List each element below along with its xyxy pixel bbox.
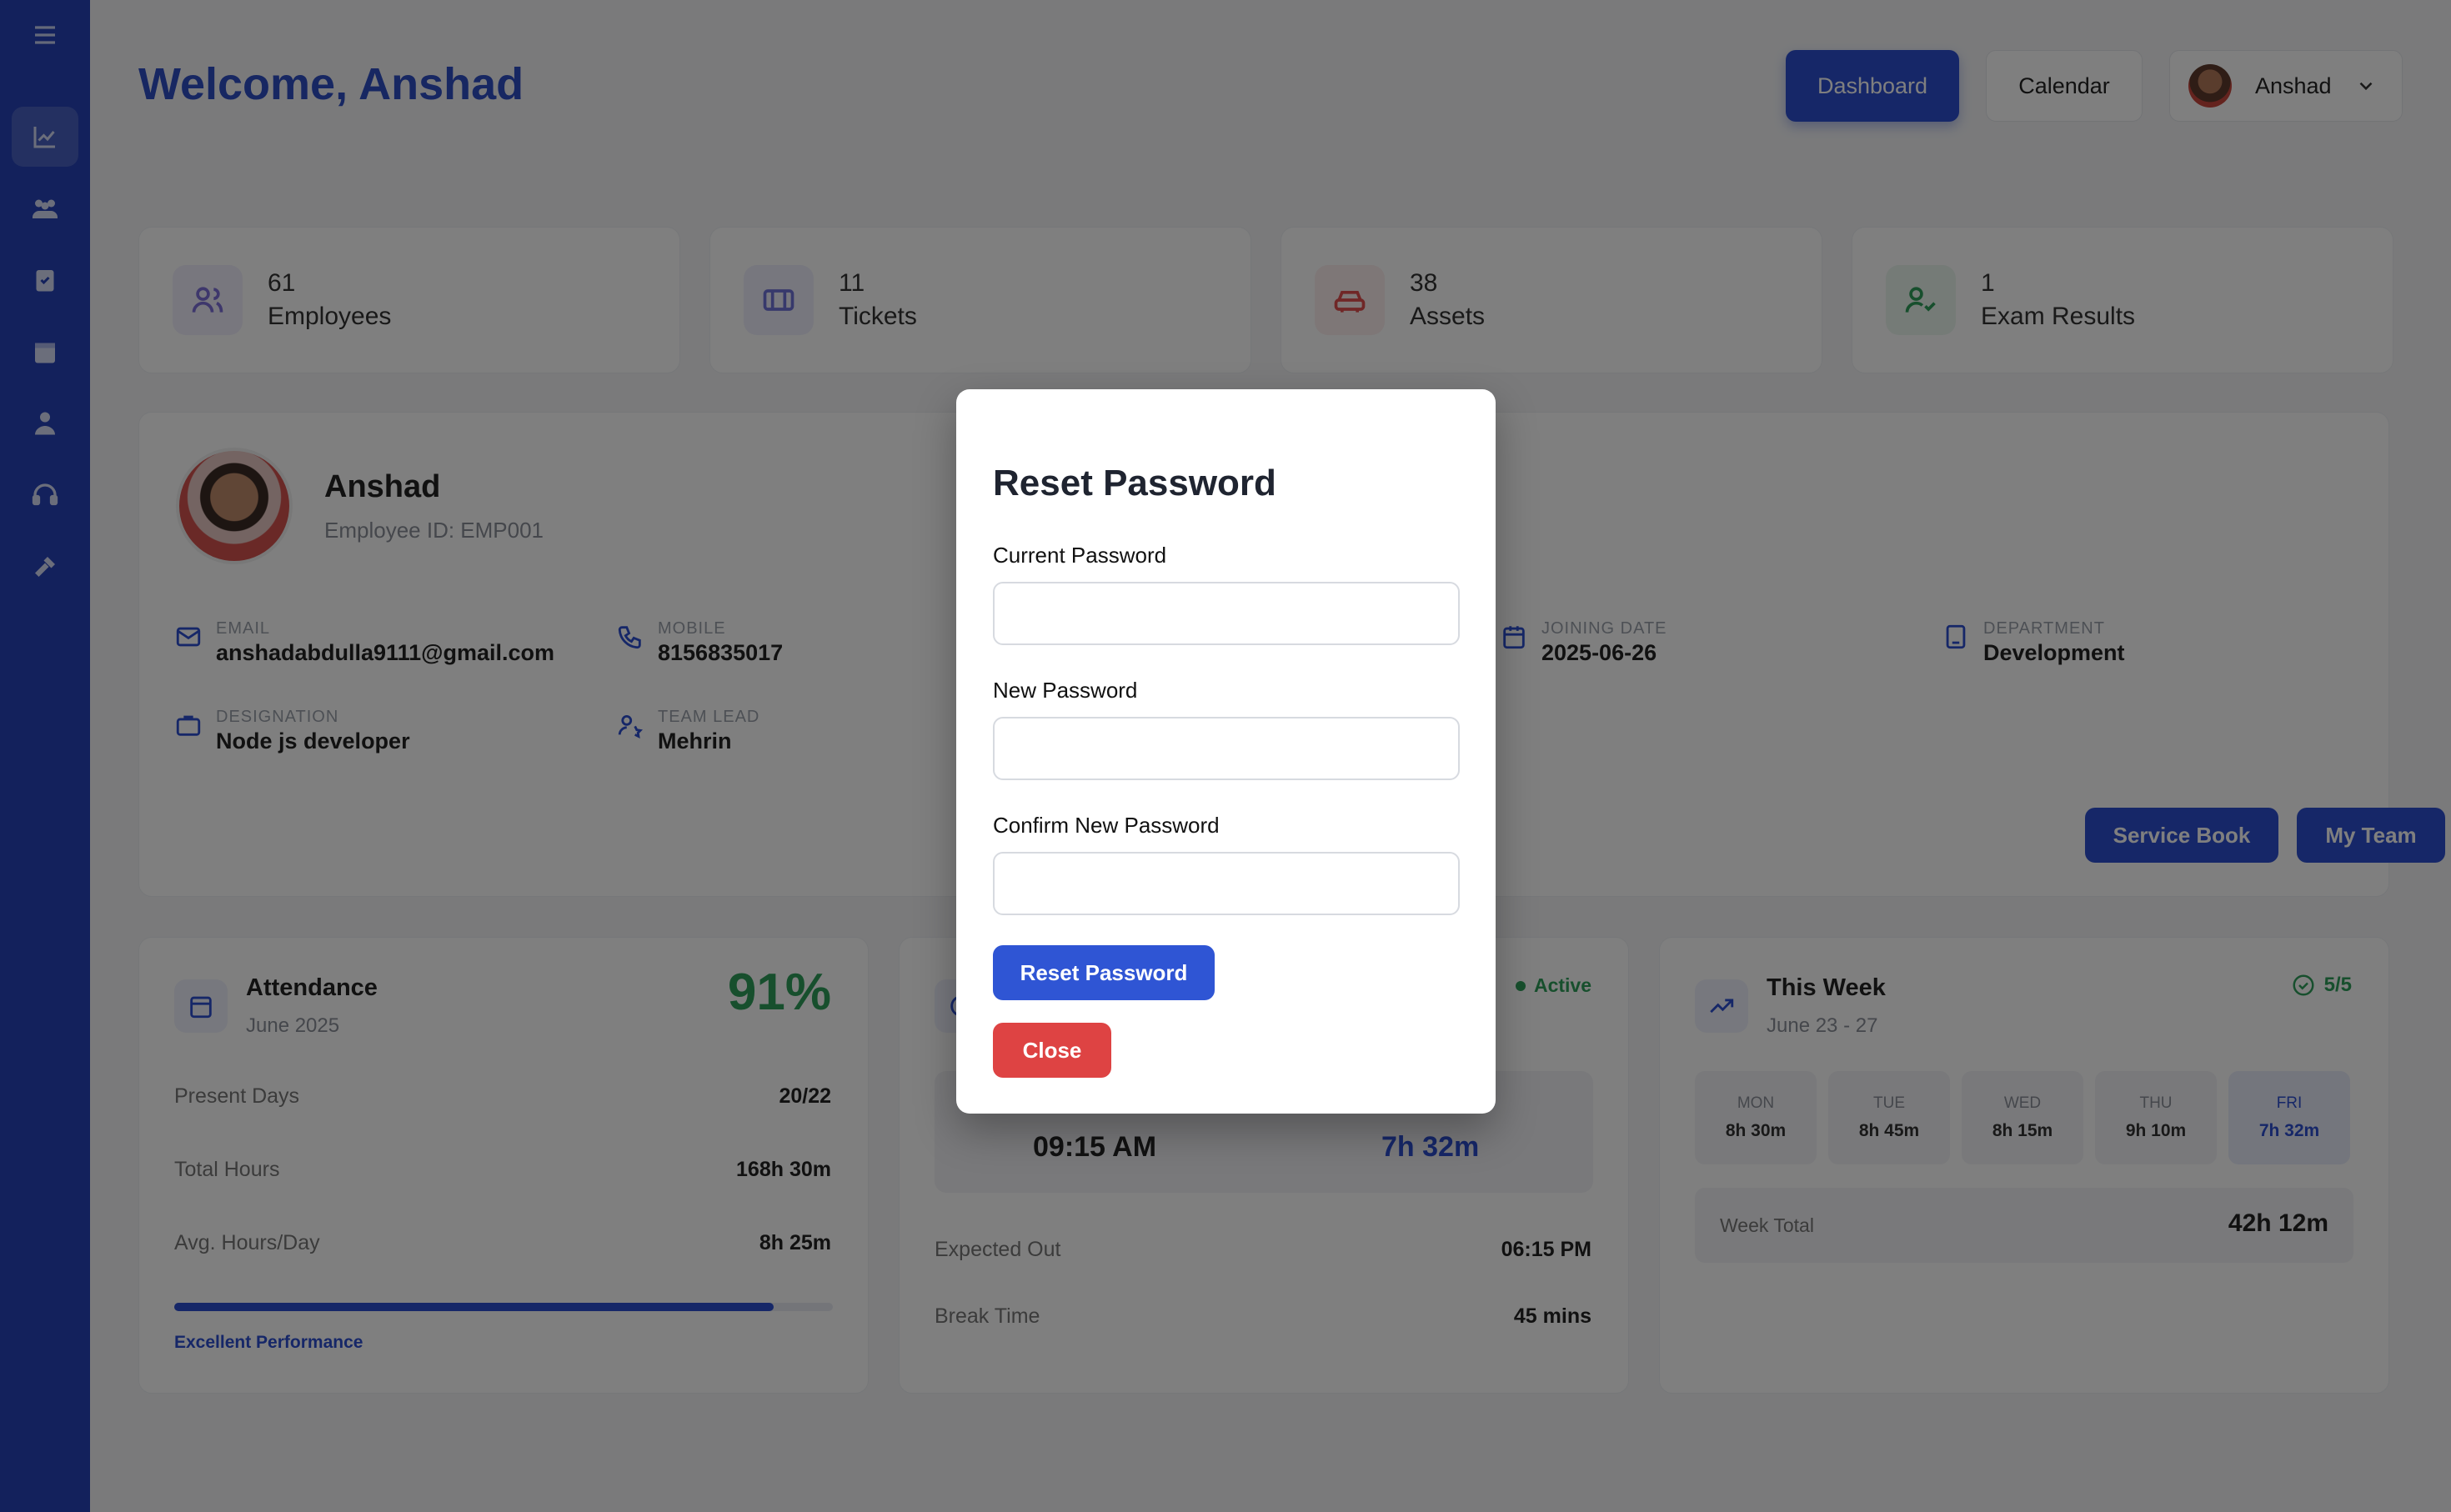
current-password-label: Current Password: [993, 543, 1167, 568]
reset-password-modal: Reset Password Current Password New Pass…: [956, 389, 1496, 1114]
close-button[interactable]: Close: [993, 1023, 1111, 1078]
current-password-input[interactable]: [993, 582, 1460, 645]
confirm-password-label: Confirm New Password: [993, 813, 1220, 838]
new-password-input[interactable]: [993, 717, 1460, 780]
confirm-password-input[interactable]: [993, 852, 1460, 915]
new-password-label: New Password: [993, 678, 1138, 703]
reset-password-button[interactable]: Reset Password: [993, 945, 1215, 1000]
modal-title: Reset Password: [993, 463, 1276, 503]
